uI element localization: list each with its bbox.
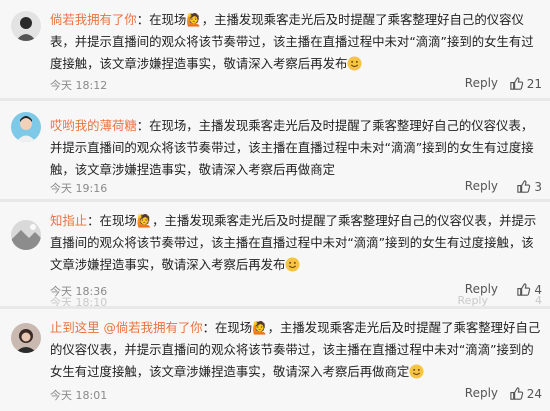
thumb-up-icon <box>517 283 531 296</box>
like-button[interactable]: 3 <box>516 179 542 194</box>
reply-button[interactable]: Reply <box>465 76 498 90</box>
avatar[interactable] <box>11 323 41 353</box>
smiley-emoji-icon <box>409 364 424 379</box>
overlapped-reply: Reply <box>457 294 488 306</box>
like-button[interactable]: 24 <box>509 386 542 401</box>
thumb-up-icon <box>510 387 523 400</box>
reply-button[interactable]: Reply <box>465 386 498 400</box>
avatar[interactable] <box>11 112 41 142</box>
comment-timestamp: 今天 18:12 <box>50 79 108 92</box>
comment-username[interactable]: 哎哟我的薄荷糖 <box>50 118 137 133</box>
comment-text: 倘若我拥有了你：在现场🙋，主播发现乘客走光后及时提醒了乘客整理好自己的仪容仪表，… <box>50 9 542 75</box>
comment-username[interactable]: 倘若我拥有了你 <box>50 12 137 27</box>
thumb-up-icon <box>510 77 523 90</box>
avatar[interactable] <box>11 220 41 250</box>
reply-button[interactable]: Reply <box>465 179 498 193</box>
comment-card: 止到这里 @倘若我拥有了你：在现场🙋，主播发现乘客走光后及时提醒了乘客整理好自己… <box>0 309 550 411</box>
like-count: 24 <box>526 386 542 401</box>
comment-text: 止到这里 @倘若我拥有了你：在现场🙋，主播发现乘客走光后及时提醒了乘客整理好自己… <box>50 317 542 383</box>
like-count: 21 <box>526 76 542 91</box>
comment-username[interactable]: 止到这里 <box>50 320 100 335</box>
comment-timestamp: 今天 18:01 <box>50 389 108 402</box>
mention-link[interactable]: @倘若我拥有了你 <box>104 320 203 335</box>
overlapped-timestamp: 今天 18:10 <box>50 296 108 306</box>
comment-card: 知指止：在现场🙋，主播发现乘客走光后及时提醒了乘客整理好自己的仪容仪表，并提示直… <box>0 202 550 306</box>
comment-username[interactable]: 知指止 <box>50 213 87 228</box>
like-count: 3 <box>534 179 542 194</box>
thumb-up-icon <box>517 180 531 193</box>
comment-card: 哎哟我的薄荷糖：在现场，主播发现乘客走光后及时提醒了乘客整理好自己的仪容仪表，并… <box>0 101 550 199</box>
comment-timestamp: 今天 19:16 <box>50 182 108 195</box>
smiley-emoji-icon <box>347 56 362 71</box>
comment-text: 哎哟我的薄荷糖：在现场，主播发现乘客走光后及时提醒了乘客整理好自己的仪容仪表，并… <box>50 115 542 181</box>
like-button[interactable]: 21 <box>509 76 542 91</box>
comment-text: 知指止：在现场🙋，主播发现乘客走光后及时提醒了乘客整理好自己的仪容仪表，并提示直… <box>50 210 542 276</box>
smiley-emoji-icon <box>285 257 300 272</box>
comment-card: 倘若我拥有了你：在现场🙋，主播发现乘客走光后及时提醒了乘客整理好自己的仪容仪表，… <box>0 0 550 98</box>
avatar[interactable] <box>11 11 41 41</box>
overlapped-like-count: 4 <box>535 294 542 306</box>
